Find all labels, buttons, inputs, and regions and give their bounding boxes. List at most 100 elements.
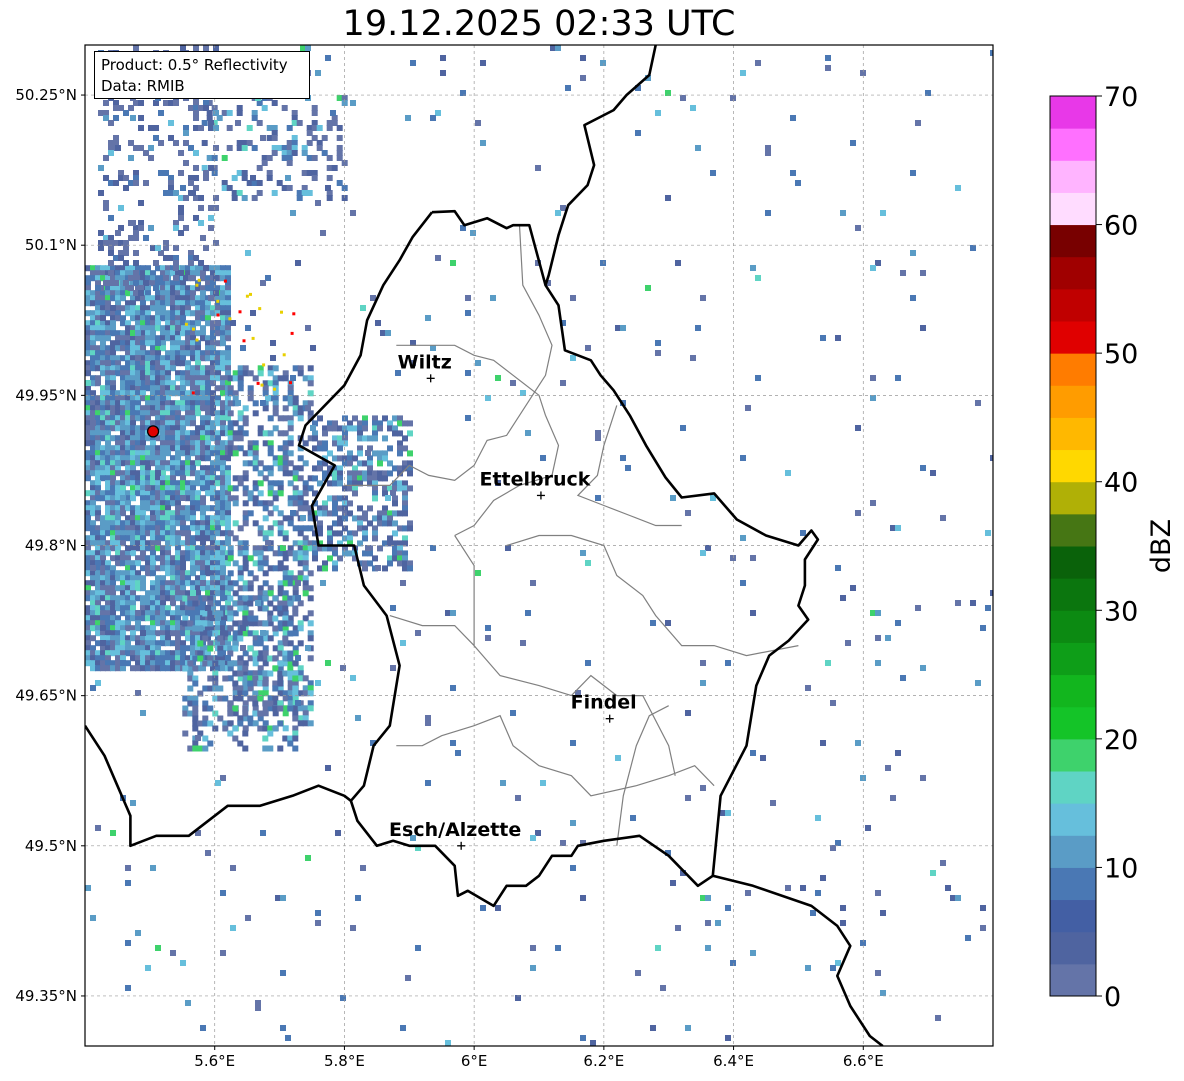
echo-cell <box>440 70 446 76</box>
echo-cell <box>331 165 338 171</box>
echo-cell <box>725 810 731 816</box>
echo-cell <box>365 450 371 456</box>
echo-cell <box>935 1015 941 1021</box>
echo-cell <box>785 470 791 476</box>
echo-cell <box>90 565 96 571</box>
echo-cell <box>535 165 541 171</box>
echo-cell <box>135 930 141 936</box>
echo-cell <box>247 585 254 592</box>
echo-cell <box>407 420 413 427</box>
echo-cell <box>120 665 126 672</box>
echo-cell <box>252 400 259 407</box>
echo-cell <box>115 230 121 236</box>
echo-cell <box>227 660 234 667</box>
echo-cell <box>337 445 343 452</box>
colorbar-tick-label: 10 <box>1104 853 1138 884</box>
lon-tick-label: 5.8°E <box>324 1052 365 1070</box>
radar-map[interactable]: Wiltz Ettelbruck Findel Esch/Alzette 50.25°… <box>0 0 1000 1081</box>
echo-cell <box>800 530 806 536</box>
echo-cell <box>183 130 189 136</box>
echo-cell <box>256 165 263 171</box>
echo-cell <box>585 560 591 566</box>
echo-cell <box>480 60 486 66</box>
echo-cell <box>320 580 326 586</box>
echo-cell <box>540 780 546 786</box>
echo-cell <box>148 155 154 161</box>
echo-cell <box>690 355 696 361</box>
echo-cell <box>316 125 323 131</box>
echo-cell <box>490 295 496 301</box>
echo-cell <box>715 920 721 926</box>
echo-cell <box>185 1000 191 1006</box>
echo-cell <box>910 295 916 301</box>
colorbar-cell <box>1050 835 1096 868</box>
echo-cell <box>216 313 220 317</box>
echo-cell <box>655 350 661 356</box>
echo-cell <box>985 605 991 611</box>
echo-cell <box>220 890 226 896</box>
echo-cell <box>595 435 601 441</box>
echo-cell <box>445 1040 451 1046</box>
echo-cell <box>450 685 456 691</box>
echo-cell <box>262 735 269 742</box>
echo-cell <box>665 620 671 626</box>
echo-cell <box>955 185 961 191</box>
echo-cell <box>145 485 151 491</box>
echo-cell <box>920 665 926 671</box>
echo-cell <box>307 635 314 642</box>
echo-cell <box>183 160 189 166</box>
echo-cell <box>825 65 831 71</box>
echo-cell <box>310 425 316 431</box>
lat-tick-label: 49.5°N <box>25 837 77 855</box>
echo-cell <box>870 500 876 506</box>
echo-cell <box>965 935 971 941</box>
echo-cell <box>205 850 211 856</box>
echo-cell <box>350 100 356 106</box>
echo-cell <box>237 695 244 702</box>
colorbar-tick-label: 30 <box>1104 596 1138 627</box>
echo-cell <box>955 600 961 606</box>
echo-cell <box>221 155 228 161</box>
echo-cell <box>570 295 576 301</box>
echo-cell <box>98 190 104 196</box>
city-label: Ettelbruck <box>479 468 590 490</box>
echo-cell <box>350 925 356 931</box>
echo-cell <box>230 865 236 871</box>
colorbar-frame <box>1049 95 1097 997</box>
echo-cell <box>295 655 301 661</box>
colorbar-cell <box>1050 578 1096 611</box>
echo-cell <box>113 280 119 286</box>
colorbar-tick-label: 70 <box>1104 82 1138 113</box>
echo-cell <box>292 675 299 682</box>
echo-cell <box>130 115 136 121</box>
echo-cell <box>192 600 199 607</box>
echo-cell <box>123 260 129 266</box>
echo-cell <box>228 317 232 321</box>
echo-cell <box>555 945 561 951</box>
echo-cell <box>203 105 209 111</box>
echo-cell <box>256 180 263 186</box>
echo-cell <box>770 800 776 806</box>
echo-cell <box>352 490 358 497</box>
data-source-label: Data: RMIB <box>101 77 185 95</box>
echo-cell <box>400 1025 406 1031</box>
echo-cell <box>690 105 696 111</box>
echo-cell <box>400 640 406 646</box>
echo-cell <box>180 495 186 501</box>
echo-cell <box>282 725 289 732</box>
echo-cell <box>410 60 416 66</box>
echo-cell <box>585 345 591 351</box>
echo-cell <box>237 435 244 442</box>
echo-cell <box>530 945 536 951</box>
echo-cell <box>296 120 303 126</box>
echo-cell <box>242 660 249 667</box>
echo-cell <box>195 283 199 287</box>
echo-cell <box>895 620 901 626</box>
echo-cell <box>530 965 536 971</box>
echo-cell <box>955 895 961 901</box>
echo-cell <box>625 465 631 471</box>
echo-cell <box>307 720 314 727</box>
echo-cell <box>945 885 951 891</box>
echo-cell <box>382 435 388 442</box>
echo-cell <box>740 70 746 76</box>
